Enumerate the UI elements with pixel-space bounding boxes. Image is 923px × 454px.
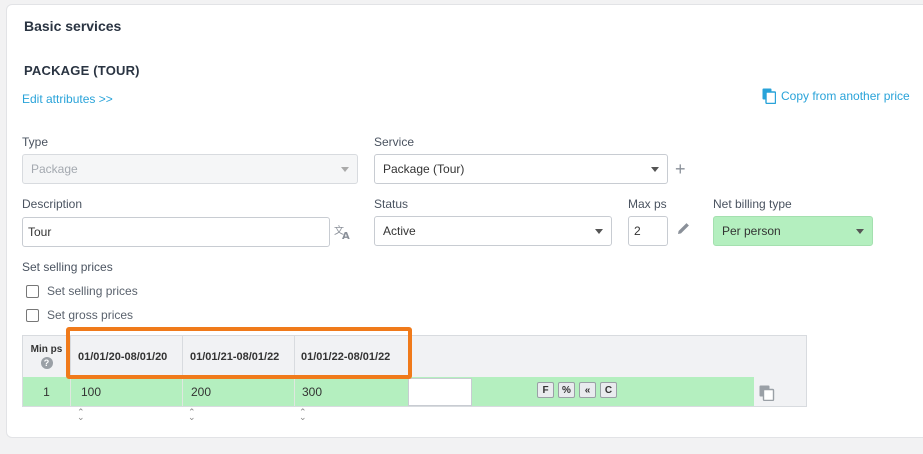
section-title: Basic services — [24, 18, 122, 34]
price-cell[interactable]: 200 — [183, 377, 295, 406]
set-gross-prices-checkbox[interactable] — [26, 308, 39, 322]
service-subtitle: PACKAGE (TOUR) — [24, 63, 140, 78]
chevron-down-icon — [651, 166, 659, 172]
new-price-input[interactable] — [408, 378, 472, 406]
type-value: Package — [31, 162, 78, 176]
service-select[interactable]: Package (Tour) — [374, 154, 668, 184]
percent-button[interactable]: % — [558, 382, 575, 398]
service-label: Service — [374, 135, 415, 149]
copy-from-price-link[interactable]: Copy from another price — [762, 88, 910, 104]
highlight-box — [66, 327, 412, 379]
copy-from-label: Copy from another price — [781, 89, 910, 103]
set-gross-prices-option[interactable]: Set gross prices — [26, 308, 133, 322]
sort-icon[interactable]: ⌃ ⌄ — [77, 408, 85, 422]
description-input[interactable]: Tour — [22, 217, 330, 247]
edit-pencil-icon[interactable] — [676, 221, 691, 240]
min-ps-header: Min ps ? — [23, 336, 71, 377]
copy-icon — [762, 88, 776, 104]
set-selling-prices-heading: Set selling prices — [22, 260, 113, 274]
net-billing-type-value: Per person — [722, 224, 781, 238]
sort-icon[interactable]: ⌃ ⌄ — [299, 408, 307, 422]
min-ps-header-label: Min ps — [30, 344, 63, 355]
max-ps-input[interactable]: 2 — [628, 216, 668, 246]
set-selling-prices-checkbox-label: Set selling prices — [47, 284, 138, 298]
max-ps-value: 2 — [634, 224, 641, 238]
clear-button[interactable]: C — [600, 382, 617, 398]
status-label: Status — [374, 197, 409, 211]
translate-icon[interactable]: 文 A — [334, 224, 352, 244]
set-selling-prices-option[interactable]: Set selling prices — [26, 284, 138, 298]
min-ps-cell: 1 — [23, 377, 71, 406]
edit-attributes-link[interactable]: Edit attributes >> — [22, 92, 113, 106]
description-label: Description — [22, 197, 83, 211]
sort-icon[interactable]: ⌃ ⌄ — [188, 408, 196, 422]
copy-left-button[interactable]: « — [579, 382, 596, 398]
status-select[interactable]: Active — [374, 216, 612, 246]
chevron-down-icon — [595, 228, 603, 234]
row-tools: F % « C — [537, 382, 617, 398]
svg-text:A: A — [342, 231, 350, 240]
set-gross-prices-checkbox-label: Set gross prices — [47, 308, 134, 322]
set-selling-prices-checkbox[interactable] — [26, 284, 39, 298]
copy-row-icon[interactable] — [759, 385, 775, 406]
chevron-down-icon — [341, 166, 349, 172]
max-ps-label: Max ps — [628, 197, 667, 211]
price-cell[interactable]: 100 — [71, 377, 183, 406]
fill-button[interactable]: F — [537, 382, 554, 398]
service-value: Package (Tour) — [383, 162, 465, 176]
type-select[interactable]: Package — [22, 154, 358, 184]
chevron-down-icon — [856, 228, 864, 234]
net-billing-type-select[interactable]: Per person — [713, 216, 873, 246]
add-service-icon[interactable]: + — [675, 160, 686, 178]
net-billing-type-label: Net billing type — [713, 197, 792, 211]
help-icon[interactable]: ? — [40, 357, 53, 369]
description-value: Tour — [28, 225, 52, 239]
price-cell[interactable]: 300 — [295, 377, 409, 406]
type-label: Type — [22, 135, 49, 149]
status-value: Active — [383, 224, 416, 238]
